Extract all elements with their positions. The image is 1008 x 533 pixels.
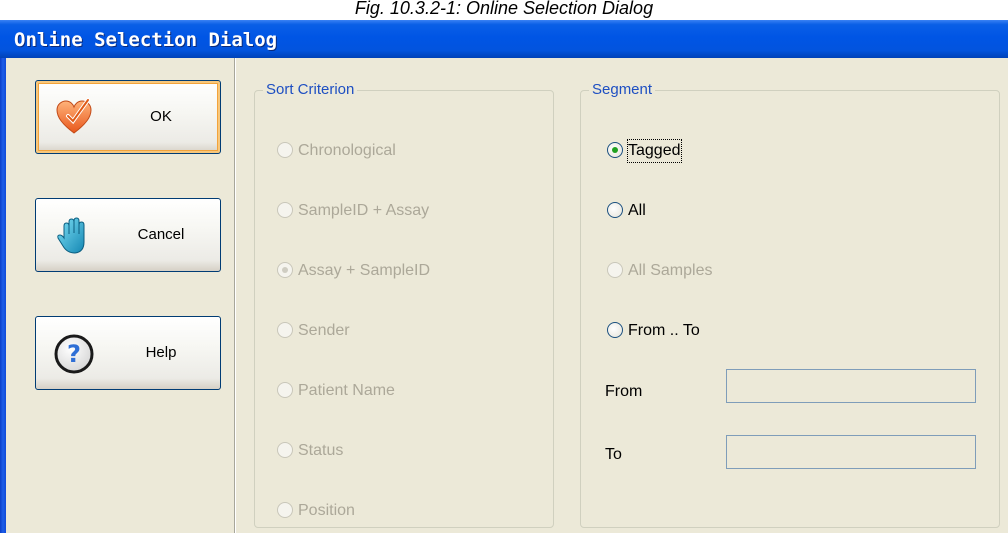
dialog-client-area: OK Cancel ? Help Sort Criterion Chronolo…	[6, 58, 1008, 533]
ok-button-label: OK	[150, 108, 172, 125]
sort-criterion-group: Sort Criterion Chronological SampleID + …	[254, 81, 554, 528]
help-button-label: Help	[145, 344, 177, 361]
radio-selected-dot	[282, 267, 288, 273]
help-button[interactable]: ? Help	[35, 316, 221, 390]
from-label: From	[605, 383, 643, 400]
button-panel-divider-highlight	[235, 58, 236, 533]
segment-group: Segment Tagged All All Samples From .. T…	[580, 81, 1000, 528]
segment-tagged-label: Tagged	[627, 139, 682, 163]
svg-text:?: ?	[67, 340, 81, 368]
hand-stop-icon	[54, 216, 94, 256]
to-input[interactable]	[726, 435, 976, 469]
segment-all-samples-label: All Samples	[628, 262, 713, 279]
to-label: To	[605, 446, 622, 463]
radio-circle	[607, 262, 623, 278]
sort-sampleid-assay-label: SampleID + Assay	[298, 202, 430, 219]
sort-chronological-label: Chronological	[298, 142, 396, 159]
radio-selected-dot	[612, 147, 618, 153]
cancel-button-label: Cancel	[137, 226, 185, 243]
radio-circle	[277, 382, 293, 398]
sort-assay-sampleid-label: Assay + SampleID	[298, 262, 431, 279]
figure-caption: Fig. 10.3.2-1: Online Selection Dialog	[354, 0, 654, 18]
segment-all-label: All	[628, 202, 646, 219]
cancel-button[interactable]: Cancel	[35, 198, 221, 272]
dialog-title: Online Selection Dialog	[0, 20, 1008, 58]
sort-criterion-legend: Sort Criterion	[263, 81, 358, 98]
ok-button[interactable]: OK	[35, 80, 221, 154]
question-mark-icon: ?	[54, 334, 94, 374]
segment-legend: Segment	[589, 81, 656, 98]
heart-check-icon	[54, 98, 94, 138]
radio-circle	[277, 322, 293, 338]
radio-circle	[607, 142, 623, 158]
sort-sender-label: Sender	[298, 322, 350, 339]
from-input[interactable]	[726, 369, 976, 403]
radio-circle	[277, 442, 293, 458]
segment-from-to-label: From .. To	[628, 322, 700, 339]
sort-status-label: Status	[298, 442, 344, 459]
radio-circle	[277, 262, 293, 278]
radio-circle	[277, 142, 293, 158]
sort-position-label: Position	[298, 502, 355, 519]
radio-circle	[607, 202, 623, 218]
radio-circle	[607, 322, 623, 338]
radio-circle	[277, 202, 293, 218]
sort-patient-name-label: Patient Name	[298, 382, 395, 399]
radio-circle	[277, 502, 293, 518]
online-selection-dialog: Online Selection Dialog OK Cancel ? Help…	[0, 20, 1008, 533]
